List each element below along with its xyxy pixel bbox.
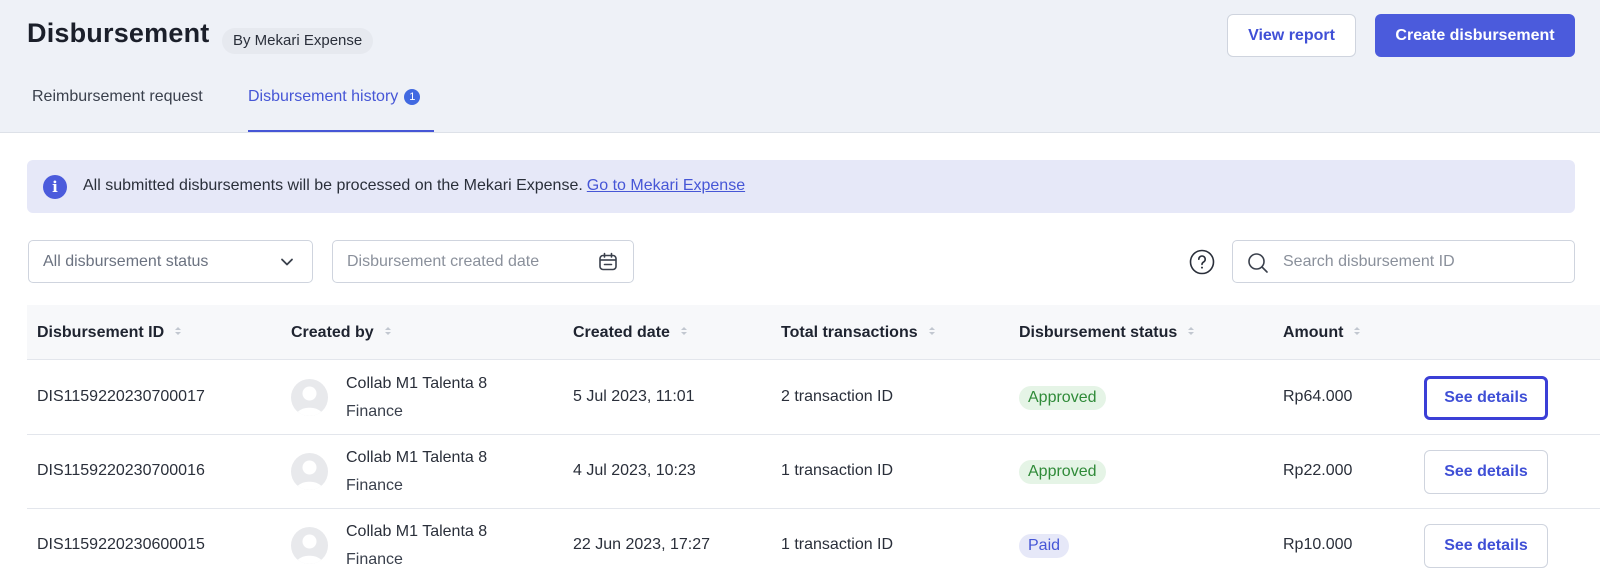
disbursement-id: DIS1159220230700017 — [37, 388, 205, 405]
go-to-mekari-expense-link[interactable]: Go to Mekari Expense — [587, 177, 745, 194]
see-details-button[interactable]: See details — [1424, 524, 1548, 568]
search-icon — [1248, 253, 1268, 273]
total-transactions: 1 transaction ID — [781, 462, 894, 479]
column-header-created-by[interactable]: Created by — [291, 324, 392, 342]
sort-icon — [1188, 327, 1195, 335]
disbursement-id: DIS1159220230700016 — [37, 462, 205, 479]
avatar — [291, 527, 328, 564]
column-label: Created by — [291, 324, 374, 341]
date-placeholder: Disbursement created date — [347, 253, 540, 270]
view-report-button[interactable]: View report — [1227, 14, 1356, 57]
creator-department: Finance — [346, 551, 403, 568]
sort-icon — [928, 327, 935, 335]
created-date: 5 Jul 2023, 11:01 — [573, 388, 695, 405]
column-header-amount[interactable]: Amount — [1283, 324, 1361, 342]
column-label: Created date — [573, 324, 670, 341]
column-header-total-transactions[interactable]: Total transactions — [781, 324, 936, 342]
column-label: Disbursement status — [1019, 324, 1178, 341]
status-filter-value: All disbursement status — [43, 253, 209, 270]
sort-icon — [1354, 327, 1361, 335]
table-header: Disbursement ID Created by Created date … — [27, 305, 1600, 360]
status-badge: Approved — [1019, 386, 1106, 410]
disbursement-id: DIS1159220230600015 — [37, 536, 205, 553]
status-badge: Approved — [1019, 460, 1106, 484]
table-row: DIS1159220230700017 Collab M1 Talenta 8 … — [27, 361, 1600, 435]
info-icon: i — [43, 175, 67, 199]
tab-reimbursement-request[interactable]: Reimbursement request — [32, 88, 203, 132]
amount: Rp22.000 — [1283, 462, 1353, 479]
avatar — [291, 379, 328, 416]
table-row: DIS1159220230700016 Collab M1 Talenta 8 … — [27, 435, 1600, 509]
info-banner: i All submitted disbursements will be pr… — [27, 160, 1575, 213]
product-pill: By Mekari Expense — [222, 28, 374, 54]
sort-icon — [680, 327, 687, 335]
column-label: Total transactions — [781, 324, 918, 341]
sort-icon — [384, 327, 391, 335]
column-label: Amount — [1283, 324, 1344, 341]
tab-disbursement-history[interactable]: Disbursement history 1 — [248, 88, 435, 132]
column-header-disbursement-status[interactable]: Disbursement status — [1019, 324, 1195, 342]
search-input[interactable] — [1283, 249, 1563, 275]
creator-department: Finance — [346, 403, 403, 420]
page-title: Disbursement — [27, 18, 210, 48]
tab-count-badge: 1 — [404, 89, 421, 105]
column-header-disbursement-id[interactable]: Disbursement ID — [37, 324, 182, 342]
banner-message: All submitted disbursements will be proc… — [83, 177, 583, 194]
table-row: DIS1159220230600015 Collab M1 Talenta 8 … — [27, 509, 1600, 580]
creator-name: Collab M1 Talenta 8 — [346, 375, 488, 392]
tab-label: Reimbursement request — [32, 88, 203, 105]
chevron-down-icon — [281, 258, 293, 266]
banner-text: All submitted disbursements will be proc… — [83, 177, 745, 195]
status-filter-select[interactable]: All disbursement status — [28, 240, 313, 283]
avatar — [291, 453, 328, 490]
page-header: Disbursement By Mekari Expense View repo… — [0, 0, 1600, 132]
column-header-created-date[interactable]: Created date — [573, 324, 688, 342]
calendar-icon — [599, 252, 617, 271]
creator-department: Finance — [346, 477, 403, 494]
column-label: Disbursement ID — [37, 324, 165, 341]
sort-icon — [175, 327, 182, 335]
see-details-button[interactable]: See details — [1424, 450, 1548, 494]
search-box — [1232, 240, 1575, 283]
tab-label: Disbursement history — [248, 88, 399, 105]
status-badge: Paid — [1019, 534, 1070, 558]
created-date-picker[interactable]: Disbursement created date — [332, 240, 634, 283]
creator-name: Collab M1 Talenta 8 — [346, 449, 488, 466]
amount: Rp64.000 — [1283, 388, 1353, 405]
total-transactions: 1 transaction ID — [781, 536, 894, 553]
total-transactions: 2 transaction ID — [781, 388, 894, 405]
created-date: 22 Jun 2023, 17:27 — [573, 536, 711, 553]
creator-name: Collab M1 Talenta 8 — [346, 523, 488, 540]
help-icon[interactable] — [1189, 249, 1215, 275]
created-date: 4 Jul 2023, 10:23 — [573, 462, 696, 479]
create-disbursement-button[interactable]: Create disbursement — [1375, 14, 1575, 57]
see-details-button[interactable]: See details — [1424, 376, 1548, 420]
amount: Rp10.000 — [1283, 536, 1353, 553]
